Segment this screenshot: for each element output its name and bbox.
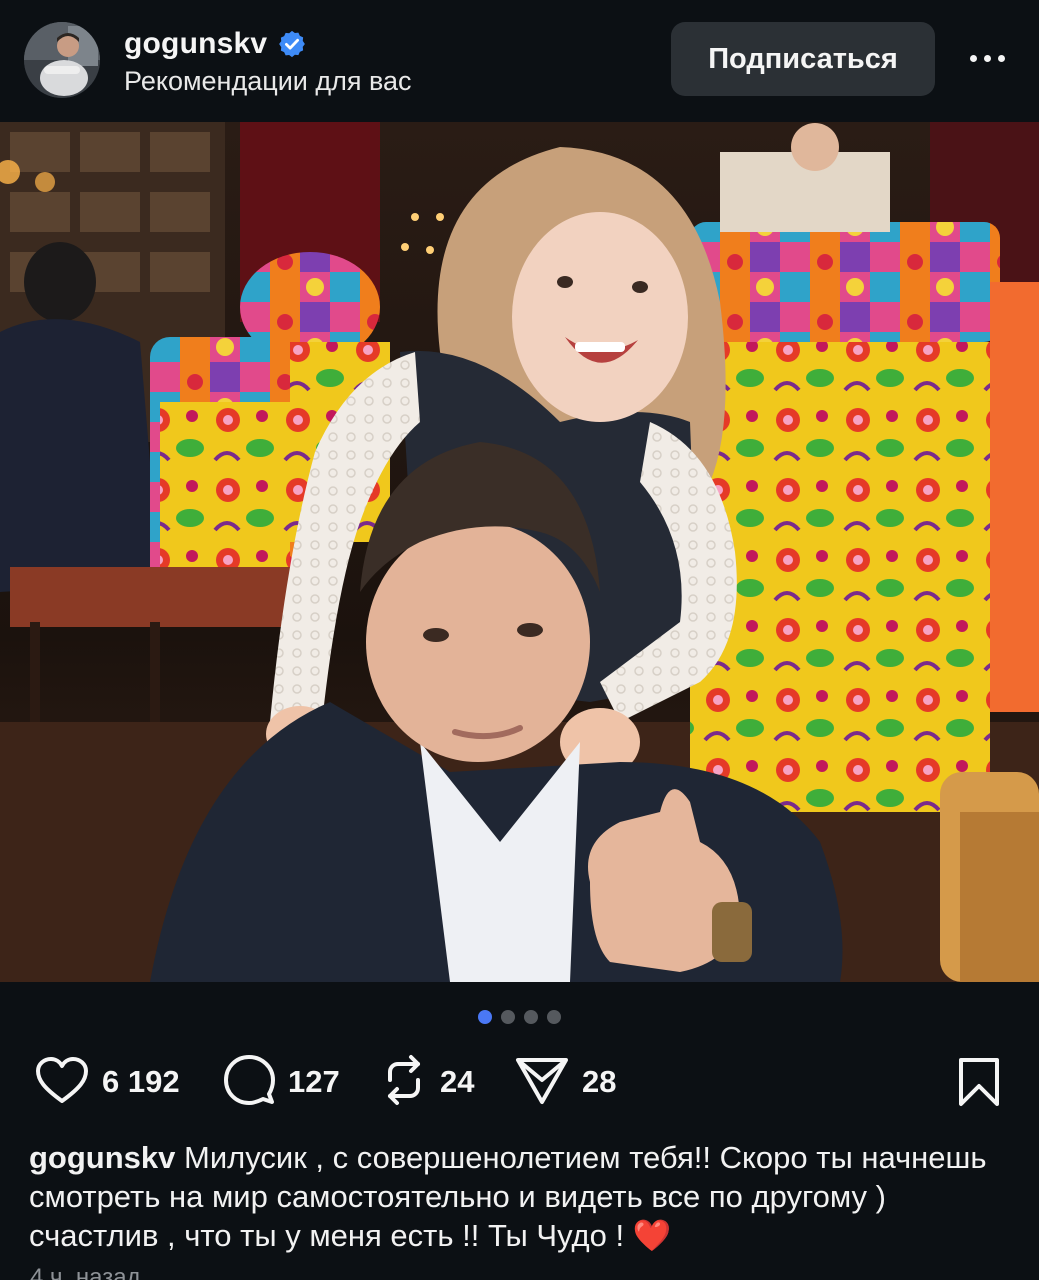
repost-button[interactable]: 24 [380, 1050, 474, 1114]
share-count: 28 [582, 1064, 617, 1099]
carousel-dot[interactable] [547, 1010, 561, 1024]
send-icon [514, 1054, 570, 1111]
avatar[interactable] [24, 22, 100, 98]
comment-icon [222, 1053, 276, 1112]
carousel-dot[interactable] [524, 1010, 538, 1024]
username[interactable]: gogunskv [124, 27, 267, 61]
repost-count: 24 [440, 1064, 475, 1099]
share-button[interactable]: 28 [514, 1050, 616, 1114]
username-row: gogunskv [124, 24, 307, 64]
more-dot [969, 54, 977, 62]
more-options-icon[interactable] [960, 38, 1014, 78]
post-container: gogunskv Рекомендации для вас Подписатьс… [0, 0, 1039, 1280]
more-dot [983, 54, 991, 62]
carousel-indicator [0, 1010, 1039, 1024]
post-photo[interactable] [0, 122, 1039, 982]
follow-button[interactable]: Подписаться [671, 22, 935, 96]
action-bar: 6 192 127 24 28 [30, 1050, 1010, 1114]
repost-icon [380, 1054, 428, 1111]
bookmark-icon[interactable] [955, 1056, 1003, 1108]
suggested-label: Рекомендации для вас [124, 66, 412, 96]
like-count: 6 192 [102, 1064, 180, 1099]
like-button[interactable]: 6 192 [34, 1050, 180, 1114]
photo-illustration [0, 122, 1039, 982]
comment-count: 127 [288, 1064, 340, 1099]
post-caption: gogunskv Милусик , с совершенолетием теб… [29, 1138, 1009, 1255]
carousel-dot-active[interactable] [478, 1010, 492, 1024]
heart-icon [34, 1055, 90, 1110]
comment-button[interactable]: 127 [222, 1050, 340, 1114]
caption-username[interactable]: gogunskv [29, 1140, 175, 1175]
carousel-dot[interactable] [501, 1010, 515, 1024]
post-header: gogunskv Рекомендации для вас Подписатьс… [0, 0, 1039, 122]
verified-badge-icon [277, 29, 307, 59]
more-dot [997, 54, 1005, 62]
post-timestamp: 4 ч. назад [30, 1264, 141, 1280]
